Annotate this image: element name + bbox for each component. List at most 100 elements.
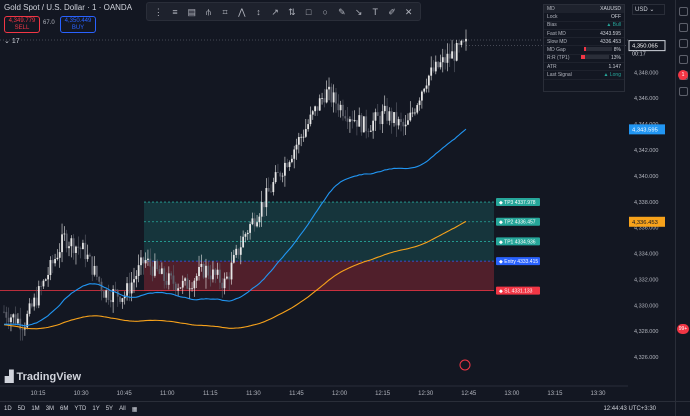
alerts-icon[interactable]	[678, 23, 688, 32]
panel-row-bias: Bias ▲ Bull	[544, 22, 624, 30]
candle-body	[404, 124, 407, 127]
range-1m[interactable]: 1M	[31, 406, 39, 412]
candle-body	[12, 314, 15, 318]
alert-badge[interactable]: 1	[678, 70, 688, 80]
range-1d[interactable]: 1D	[4, 406, 12, 412]
panel-row-atr: ATR 1.147	[544, 63, 624, 72]
range-ytd[interactable]: YTD	[74, 406, 86, 412]
md-info-panel: MD XAUUSD Lock OFF Bias ▲ Bull Fast MD 4343.…	[543, 4, 625, 92]
right-sidebar	[675, 0, 690, 416]
candle-body	[423, 88, 426, 92]
candle-body	[383, 105, 386, 112]
candle-body	[179, 287, 182, 289]
price-axis[interactable]: 4,348.0004,346.0004,344.0004,342.0004,34…	[628, 0, 675, 401]
candle-body	[163, 268, 166, 281]
candle-body	[79, 247, 82, 250]
candle-body	[369, 130, 372, 132]
candle-body	[205, 265, 207, 278]
candle-body	[351, 119, 354, 122]
candle-body	[86, 254, 89, 260]
time-tick: 13:15	[547, 391, 563, 397]
time-axis[interactable]: 10:15 10:30 10:45 11:00 11:15 11:30 11:45 12:00…	[0, 385, 628, 397]
candle-body	[223, 278, 226, 289]
candle-body	[346, 118, 349, 122]
price-tick: 4,326.000	[634, 355, 658, 361]
candle-body	[51, 260, 54, 264]
candle-body	[328, 86, 330, 90]
chat-icon[interactable]	[678, 39, 688, 48]
fast-md-badge: 4,343.595	[632, 127, 658, 133]
panel-label: ATR	[547, 63, 557, 70]
time-tick: 10:30	[74, 391, 90, 397]
date-range-icon[interactable]: ▦	[132, 406, 138, 413]
candle-body	[144, 259, 147, 264]
panel-label: MD	[547, 5, 555, 12]
time-tick: 13:00	[504, 391, 520, 397]
candle-body	[437, 61, 440, 68]
candle-body	[286, 162, 289, 167]
panel-value: XAUUSD	[600, 5, 621, 12]
candle-body	[330, 86, 333, 103]
candle-body	[427, 75, 430, 86]
candle-body	[40, 286, 43, 287]
candle-body	[158, 268, 161, 274]
candle-body	[277, 172, 279, 173]
candle-body	[61, 234, 63, 253]
candle-body	[460, 40, 463, 45]
candle-body	[258, 216, 261, 223]
candle-body	[409, 112, 412, 121]
sl-label: ◆ SL 4331.133	[499, 289, 533, 295]
watchlist-icon[interactable]	[678, 7, 688, 16]
candle-body	[455, 42, 458, 61]
news-icon[interactable]	[678, 87, 688, 96]
candle-body	[91, 256, 94, 275]
candle-body	[335, 92, 337, 104]
range-1y[interactable]: 1Y	[92, 406, 99, 412]
candle-body	[411, 112, 414, 114]
range-5d[interactable]: 5D	[18, 406, 26, 412]
panel-label: Lock	[547, 13, 558, 20]
candle-body	[119, 296, 121, 302]
candle-body	[102, 291, 105, 298]
candle-body	[63, 233, 66, 235]
time-tick: 11:00	[160, 391, 175, 397]
candle-body	[379, 115, 382, 125]
candle-body	[451, 51, 453, 59]
range-5y[interactable]: 5Y	[106, 406, 113, 412]
candle-body	[246, 232, 249, 235]
candle-body	[290, 158, 293, 163]
range-6m[interactable]: 6M	[60, 406, 68, 412]
candle-body	[209, 275, 212, 280]
candle-body	[339, 104, 342, 111]
time-tick: 10:15	[30, 391, 46, 397]
candle-body	[200, 263, 203, 267]
ideas-icon[interactable]	[678, 55, 688, 64]
candle-body	[237, 248, 240, 255]
candle-body	[137, 265, 140, 276]
candle-body	[130, 282, 133, 294]
candle-body	[316, 106, 319, 111]
price-tick: 4,332.000	[634, 277, 658, 283]
candle-body	[82, 242, 84, 250]
event-marker-icon[interactable]	[459, 359, 471, 371]
price-tick: 4,340.000	[634, 174, 658, 180]
candle-body	[432, 67, 435, 72]
candle-body	[393, 112, 395, 123]
candle-body	[56, 257, 59, 260]
currency-select[interactable]: USD ⌄	[632, 4, 665, 15]
candle-body	[114, 289, 117, 290]
last-price-badge: 4,350.065	[632, 44, 658, 50]
range-3m[interactable]: 3M	[46, 406, 54, 412]
candle-body	[128, 283, 131, 294]
candle-body	[362, 116, 365, 133]
candle-body	[441, 57, 444, 63]
candle-body	[251, 218, 254, 225]
candle-body	[270, 191, 272, 193]
panel-row-lock: Lock OFF	[544, 13, 624, 22]
candle-body	[121, 298, 124, 302]
range-all[interactable]: All	[119, 406, 126, 412]
utc-clock[interactable]: 12:44:43 UTC+3:30	[603, 406, 656, 412]
candle-body	[381, 111, 384, 125]
notification-badge[interactable]: 99+	[677, 324, 689, 334]
candle-body	[458, 42, 460, 45]
